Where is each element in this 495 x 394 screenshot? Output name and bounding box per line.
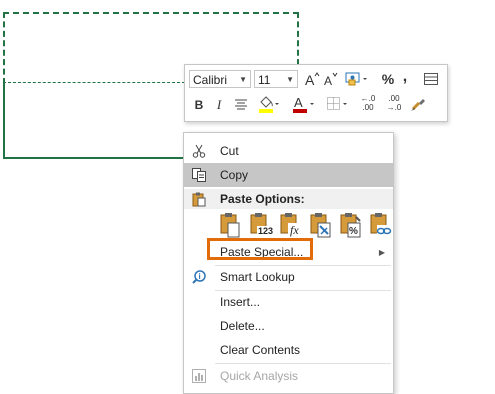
menu-item-delete[interactable]: Delete... [184, 314, 393, 338]
menu-item-label: Copy [220, 168, 249, 182]
format-painter-table-button[interactable] [421, 69, 441, 89]
align-center-icon [235, 99, 247, 110]
accounting-icon [345, 72, 367, 86]
format-painter-button[interactable] [408, 94, 428, 114]
increase-decimal-bottom: .00 [362, 103, 374, 112]
decrease-decimal-top: .00 [388, 94, 400, 103]
paste-values-button[interactable]: 123 [248, 211, 274, 239]
copy-icon [192, 168, 206, 182]
menu-item-label: Cut [220, 144, 239, 158]
paste-options-header: Paste Options: [184, 189, 393, 209]
submenu-arrow-icon: ▶ [378, 248, 385, 257]
fill-color-button[interactable] [257, 94, 279, 114]
menu-item-smart-lookup[interactable]: i Smart Lookup [184, 265, 393, 289]
borders-button[interactable] [325, 94, 349, 114]
decrease-decimal-button[interactable]: .00 →.0 [383, 93, 405, 113]
paint-bucket-icon [259, 96, 279, 113]
font-size-value: 11 [258, 73, 271, 87]
svg-text:i: i [199, 272, 201, 281]
svg-text:A: A [294, 95, 303, 110]
comma-style-button[interactable]: , [399, 67, 411, 87]
paste-icon [220, 213, 240, 238]
menu-item-clear-contents[interactable]: Clear Contents [184, 338, 393, 362]
menu-item-cut[interactable]: Cut [184, 139, 393, 163]
font-name-combo[interactable]: Calibri ▼ [189, 70, 251, 88]
paste-formatting-icon: % [340, 213, 361, 238]
decrease-decimal-bottom: →.0 [386, 103, 402, 112]
percent-style-button[interactable]: % [380, 69, 396, 89]
svg-text:A: A [324, 74, 332, 87]
paste-transpose-button[interactable] [308, 211, 334, 239]
transpose-icon [310, 213, 331, 238]
menu-item-label: Quick Analysis [220, 369, 299, 383]
chevron-down-icon[interactable]: ▼ [286, 71, 294, 89]
menu-item-label: Insert... [220, 295, 261, 309]
increase-font-icon: A [305, 72, 320, 87]
quick-analysis-icon [192, 369, 206, 383]
smart-lookup-icon: i [192, 270, 206, 284]
increase-decimal-button[interactable]: ←.0 .00 [357, 93, 379, 113]
menu-item-insert[interactable]: Insert... [184, 290, 393, 314]
paste-formula-badge: fx [290, 223, 299, 237]
font-name-value: Calibri [193, 73, 228, 87]
decrease-font-icon: A [324, 72, 338, 87]
menu-item-copy[interactable]: Copy [184, 163, 393, 187]
menu-item-label: Smart Lookup [220, 270, 295, 284]
menu-item-quick-analysis[interactable]: Quick Analysis [184, 364, 393, 388]
decrease-font-size-button[interactable]: A [322, 69, 340, 89]
font-size-combo[interactable]: 11 ▼ [254, 70, 298, 88]
svg-text:%: % [349, 226, 358, 237]
context-menu: Cut Copy Paste Options: 123 fx % Paste S… [183, 132, 394, 394]
svg-text:A: A [305, 72, 315, 87]
table-format-icon [424, 73, 438, 85]
paste-special-highlight-box [207, 238, 313, 260]
center-align-button[interactable] [232, 95, 250, 115]
paste-formatting-button[interactable]: % [338, 211, 364, 239]
borders-icon [327, 97, 347, 110]
paste-options-label: Paste Options: [220, 192, 305, 206]
paste-values-badge: 123 [258, 226, 274, 236]
selected-range [3, 82, 185, 159]
paste-button[interactable] [218, 211, 244, 239]
scissors-icon [192, 144, 206, 158]
font-color-icon: A [293, 95, 314, 113]
bold-button[interactable]: B [192, 95, 206, 115]
italic-button[interactable]: I [212, 95, 226, 115]
menu-item-label: Clear Contents [220, 343, 301, 357]
paintbrush-icon [411, 99, 425, 111]
increase-font-size-button[interactable]: A [303, 69, 321, 89]
paste-link-icon [370, 213, 392, 237]
increase-decimal-top: ←.0 [360, 94, 376, 103]
accounting-format-button[interactable] [343, 69, 371, 89]
mini-toolbar: Calibri ▼ 11 ▼ A A % , B I A ←.0 .00 .00… [184, 64, 448, 122]
menu-item-label: Delete... [220, 319, 265, 333]
paste-formulas-button[interactable]: fx [278, 211, 304, 239]
clipboard-icon [192, 192, 206, 207]
font-color-button[interactable]: A [291, 94, 315, 114]
paste-link-button[interactable] [368, 211, 394, 239]
chevron-down-icon[interactable]: ▼ [239, 71, 247, 89]
